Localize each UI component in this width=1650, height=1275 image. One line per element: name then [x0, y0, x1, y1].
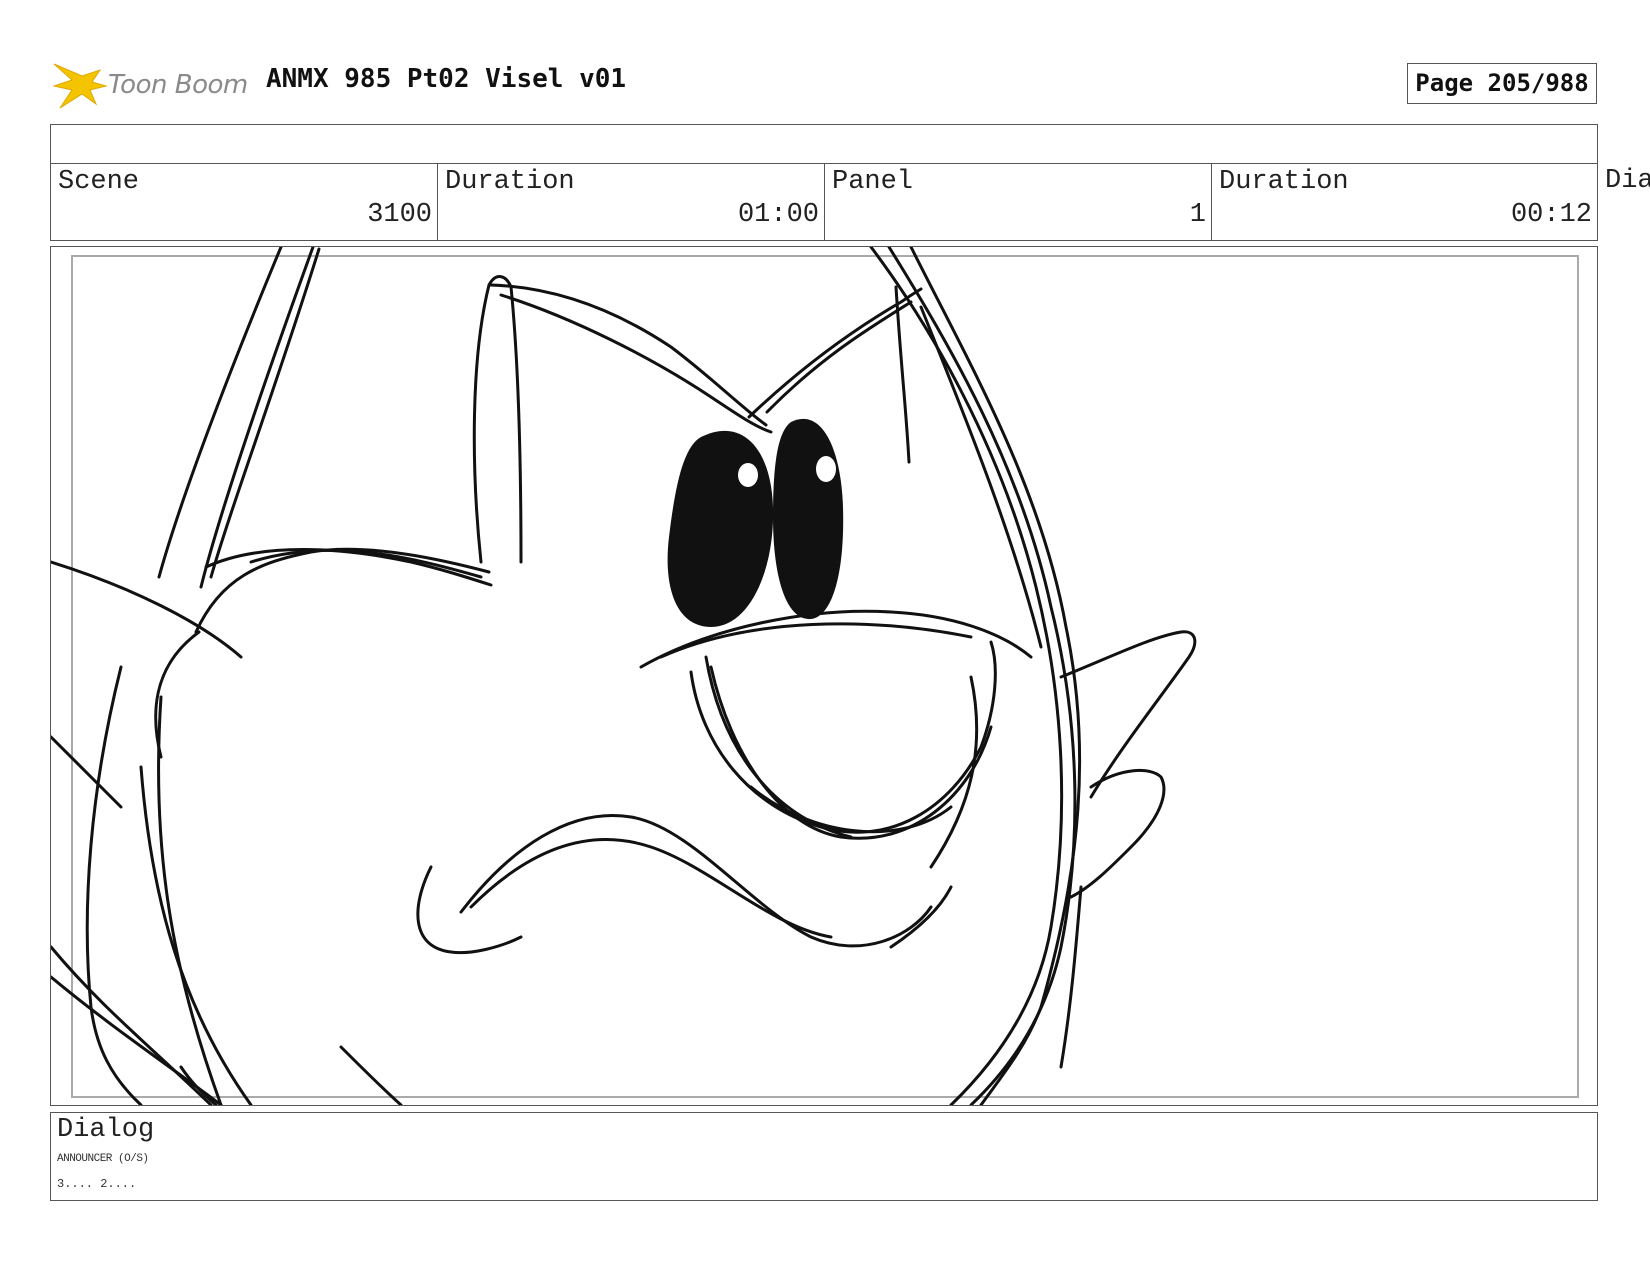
- panel-duration-label: Duration: [1219, 167, 1349, 197]
- scene-duration-label: Duration: [445, 167, 575, 197]
- page-indicator: Page 205/988: [1407, 63, 1597, 104]
- dialog-line: 3.... 2....: [57, 1177, 137, 1191]
- scene-duration-value: 01:00: [737, 200, 819, 230]
- scene-cell: Scene 3100: [51, 164, 438, 240]
- panel-duration-cell: Duration 00:12: [1212, 164, 1597, 240]
- scene-value: 3100: [367, 200, 432, 230]
- jaw-strokes: [416, 814, 953, 955]
- scene-label: Scene: [58, 167, 140, 197]
- panel-label: Panel: [832, 167, 914, 197]
- document-title: ANMX 985 Pt02 Visel v01: [266, 64, 627, 94]
- panel-duration-value: 00:12: [1510, 200, 1592, 230]
- left-head-strokes: [51, 247, 403, 1105]
- cheek-strokes: [154, 547, 493, 759]
- dialog-label: Dialog: [57, 1115, 155, 1145]
- panel-sketch: [51, 247, 1197, 1105]
- storyboard-panel: [50, 246, 1598, 1106]
- dialog-column-label-clipped: Dia: [1605, 166, 1650, 196]
- mouth-strokes: [639, 609, 1033, 869]
- blank-header-row: [50, 124, 1598, 164]
- toon-boom-logo: Toon Boom: [52, 56, 252, 112]
- panel-cell: Panel 1: [825, 164, 1212, 240]
- logo-wordmark: Toon Boom: [108, 70, 248, 100]
- dialog-box: Dialog ANNOUNCER (O/S) 3.... 2....: [50, 1112, 1598, 1201]
- toon-boom-starburst-icon: [52, 63, 108, 109]
- left-eye: [667, 430, 774, 627]
- scene-duration-cell: Duration 01:00: [438, 164, 825, 240]
- panel-value: 1: [1189, 200, 1206, 230]
- panel-info-row: Scene 3100 Duration 01:00 Panel 1 Durati…: [50, 163, 1598, 241]
- right-eye: [773, 418, 844, 620]
- dialog-speaker: ANNOUNCER (O/S): [57, 1153, 149, 1165]
- right-head-strokes: [869, 247, 1083, 1105]
- eyes: [667, 418, 844, 627]
